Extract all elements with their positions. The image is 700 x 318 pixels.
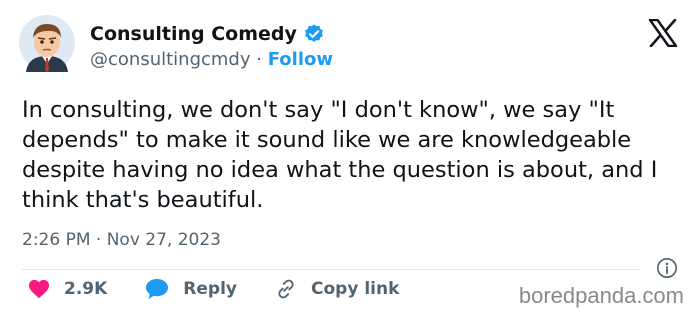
verified-badge-icon xyxy=(304,24,323,42)
author-handle[interactable]: @consultingcmdy xyxy=(90,49,251,70)
copy-link-button[interactable]: Copy link xyxy=(275,278,399,300)
author-name[interactable]: Consulting Comedy xyxy=(90,22,297,46)
tweet-timestamp[interactable]: 2:26 PM · Nov 27, 2023 xyxy=(22,230,221,250)
reply-bubble-icon xyxy=(146,279,169,299)
tweet-text: In consulting, we don't say "I don't kno… xyxy=(22,97,658,213)
like-count: 2.9K xyxy=(64,279,108,299)
author-name-row[interactable]: Consulting Comedy xyxy=(90,22,325,46)
watermark: boredpanda.com xyxy=(518,283,684,308)
heart-icon xyxy=(29,279,49,299)
x-logo-icon[interactable] xyxy=(648,19,678,47)
copy-link-label: Copy link xyxy=(311,279,400,299)
info-icon[interactable] xyxy=(656,257,678,279)
action-bar: 2.9K Reply Copy link xyxy=(28,278,437,300)
separator: · xyxy=(256,49,262,70)
handle-row: @consultingcmdy · Follow xyxy=(90,49,333,71)
link-icon xyxy=(278,279,294,299)
follow-button[interactable]: Follow xyxy=(268,49,333,70)
like-button[interactable]: 2.9K xyxy=(28,279,107,299)
reply-label: Reply xyxy=(183,279,237,299)
reply-button[interactable]: Reply xyxy=(145,278,237,300)
avatar[interactable] xyxy=(18,14,76,72)
divider xyxy=(22,269,640,270)
